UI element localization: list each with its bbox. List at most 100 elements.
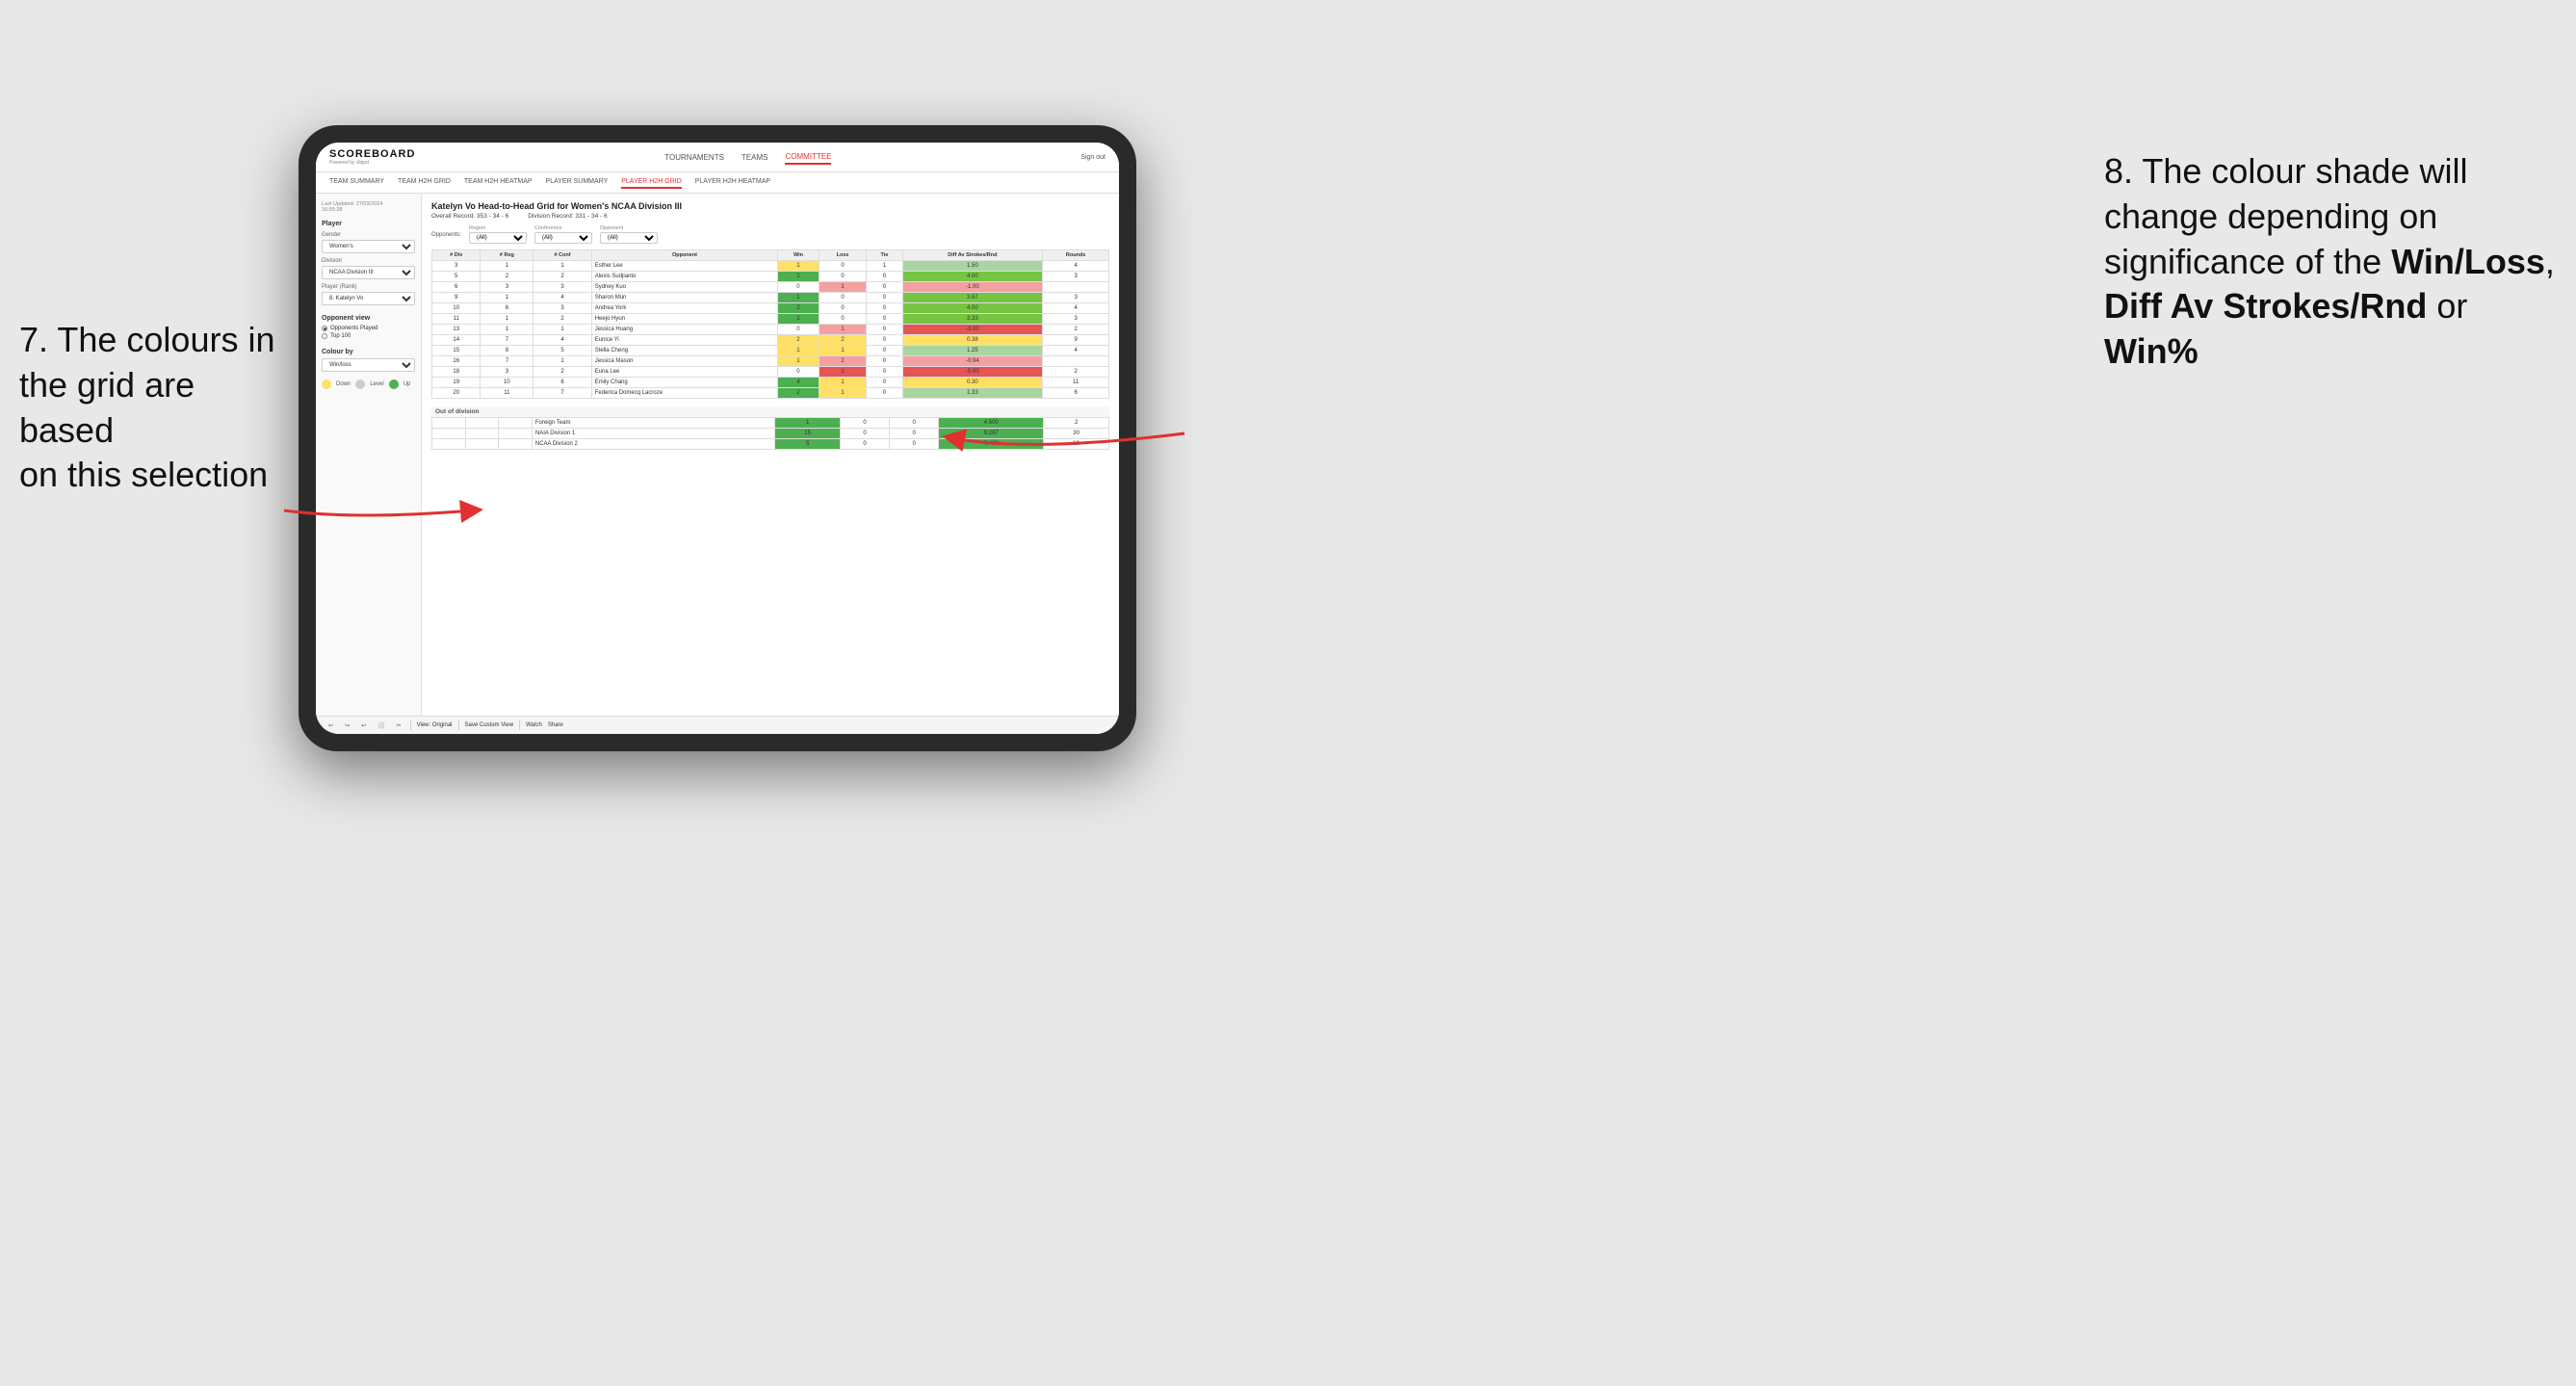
toolbar-divider-1 [410,720,411,730]
sec-nav-team-h2h-grid[interactable]: TEAM H2H GRID [398,176,451,189]
opponent-label: Opponent [600,225,658,231]
toolbar-divider-3 [519,720,520,730]
col-loss: Loss [819,250,867,261]
annotation-left: 7. The colours in the grid are based on … [19,318,299,498]
logo-area: SCOREBOARD Powered by clippd [329,148,415,166]
share-btn[interactable]: Share [548,722,563,728]
out-of-division-section: Out of division Foreign Team1004.5002NAI… [431,406,1109,450]
table-row: 311Esther Lee1011.504 [432,261,1109,272]
table-row: 1112Heejo Hyun1003.333 [432,314,1109,325]
logo-sub: Powered by clippd [329,160,415,166]
legend-dot-up [389,379,399,389]
opponent-filter: Opponent (All) [600,225,658,244]
sidebar-gender-select[interactable]: Women's [322,240,415,253]
colour-by-select[interactable]: Win/loss [322,358,415,372]
col-rounds: Rounds [1043,250,1109,261]
sec-nav-team-h2h-heatmap[interactable]: TEAM H2H HEATMAP [464,176,533,189]
sign-out[interactable]: Sign out [1080,154,1106,161]
legend-label-down: Down [336,381,351,387]
table-row: 1671Jessica Mason120-0.94 [432,356,1109,367]
table-row: 1585Stella Cheng1101.254 [432,346,1109,356]
col-div: # Div [432,250,481,261]
save-custom-label: Save Custom View [465,722,514,728]
conference-label: Conference [534,225,592,231]
secondary-nav: TEAM SUMMARY TEAM H2H GRID TEAM H2H HEAT… [316,172,1119,194]
redo-btn[interactable]: ↩ [358,721,369,730]
table-row: 1832Euna Lee010-5.002 [432,367,1109,378]
overall-record: Overall Record: 353 - 34 - 6 [431,213,508,220]
toolbar-divider-2 [458,720,459,730]
col-tie: Tie [867,250,902,261]
table-row: 1063Andrea York2004.004 [432,303,1109,314]
table-row: 914Sharon Mun1003.673 [432,293,1109,303]
opponent-select[interactable]: (All) [600,232,658,244]
col-opponent: Opponent [591,250,777,261]
sec-nav-player-summary[interactable]: PLAYER SUMMARY [546,176,609,189]
sidebar-player-title: Player [322,221,415,227]
sec-nav-team-summary[interactable]: TEAM SUMMARY [329,176,384,189]
grid-title: Katelyn Vo Head-to-Head Grid for Women's… [431,201,1109,211]
col-win: Win [778,250,820,261]
opponents-label: Opponents: [431,232,461,238]
out-of-division-header: Out of division [431,406,1109,417]
save-custom-btn[interactable]: Save Custom View [465,722,514,728]
grid-area: Katelyn Vo Head-to-Head Grid for Women's… [422,194,1119,716]
share-label: Share [548,722,563,728]
col-diff-av: Diff Av Strokes/Rnd [902,250,1043,261]
tablet-screen: SCOREBOARD Powered by clippd TOURNAMENTS… [316,143,1119,734]
colour-by-title: Colour by [322,349,415,355]
legend-label-level: Level [370,381,383,387]
table-row: 20117Federica Domecq Lacroze2101.336 [432,388,1109,399]
copy-btn[interactable]: ⬜ [375,721,387,730]
nav-committee[interactable]: COMMITTEE [785,150,831,165]
col-reg: # Reg [481,250,533,261]
conference-select[interactable]: (All) [534,232,592,244]
sidebar-player-rank-label: Player (Rank) [322,284,415,290]
division-record: Division Record: 331 - 34 - 6 [528,213,607,220]
watch-btn[interactable]: Watch [526,722,542,728]
region-label: Region [469,225,527,231]
sec-nav-player-h2h-heatmap[interactable]: PLAYER H2H HEATMAP [695,176,770,189]
paste-btn[interactable]: ✂ [394,721,404,730]
legend-dot-down [322,379,331,389]
legend-dot-level [355,379,365,389]
annotation-right: 8. The colour shade will change dependin… [2104,149,2557,375]
table-row: 1474Eunice Yi2200.389 [432,335,1109,346]
table-row: 633Sydney Kuo010-1.00 [432,282,1109,293]
bottom-toolbar: ↩ ↪ ↩ ⬜ ✂ View: Original Save Custom Vie… [316,716,1119,734]
conference-filter: Conference (All) [534,225,592,244]
ood-table-row: Foreign Team1004.5002 [432,418,1109,429]
legend-row: Down Level Up [322,379,415,389]
radio-opponents-played[interactable]: Opponents Played [322,326,415,331]
nav-teams[interactable]: TEAMS [742,151,768,164]
sec-nav-player-h2h-grid[interactable]: PLAYER H2H GRID [621,176,682,189]
table-row: 1311Jessica Huang010-3.002 [432,325,1109,335]
sidebar-gender-label: Gender [322,232,415,238]
region-filter: Region (All) [469,225,527,244]
legend-label-up: Up [403,381,411,387]
undo-btn[interactable]: ↩ [325,721,336,730]
filters-row: Opponents: Region (All) Conference (All) [431,225,1109,244]
sidebar-division-select[interactable]: NCAA Division III [322,266,415,279]
col-conf: # Conf [533,250,591,261]
sidebar-player-rank-select[interactable]: 8. Katelyn Vo [322,292,415,305]
ood-table-row: NCAA Division 25007.40010 [432,439,1109,450]
grid-records: Overall Record: 353 - 34 - 6 Division Re… [431,213,1109,220]
table-row: 19106Emily Chang4100.3011 [432,378,1109,388]
view-original-btn[interactable]: View: Original [417,722,453,728]
radio-dot-opponents [322,326,327,331]
view-original-label: View: Original [417,722,453,728]
tablet-frame: SCOREBOARD Powered by clippd TOURNAMENTS… [299,125,1136,751]
main-content: Last Updated: 27/03/2024 16:55:38 Player… [316,194,1119,716]
top-nav: SCOREBOARD Powered by clippd TOURNAMENTS… [316,143,1119,172]
opponent-view-title: Opponent view [322,315,415,322]
nav-tournaments[interactable]: TOURNAMENTS [664,151,724,164]
sidebar-division-label: Division [322,258,415,264]
out-of-division-table: Foreign Team1004.5002NAIA Division 11500… [431,417,1109,450]
radio-dot-top100 [322,333,327,339]
sidebar: Last Updated: 27/03/2024 16:55:38 Player… [316,194,422,716]
region-select[interactable]: (All) [469,232,527,244]
radio-top100[interactable]: Top 100 [322,333,415,339]
redo-left-btn[interactable]: ↪ [342,721,352,730]
sidebar-timestamp: Last Updated: 27/03/2024 16:55:38 [322,201,415,213]
